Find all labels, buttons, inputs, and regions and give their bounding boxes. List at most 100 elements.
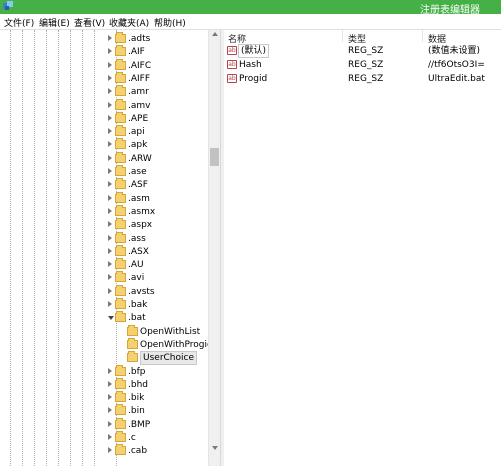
column-divider[interactable] bbox=[342, 30, 343, 42]
menu-favorites[interactable]: 收藏夹(A) bbox=[109, 16, 149, 29]
expand-arrow-icon[interactable] bbox=[108, 61, 112, 68]
folder-icon bbox=[115, 417, 126, 429]
expand-arrow-icon[interactable] bbox=[108, 207, 112, 214]
value-name: (默认) bbox=[238, 44, 270, 58]
expand-arrow-icon[interactable] bbox=[108, 101, 112, 108]
tree-item-label: .asmx bbox=[128, 206, 156, 217]
expand-arrow-icon[interactable] bbox=[108, 141, 112, 148]
tree-item-label: .amv bbox=[128, 100, 151, 111]
expand-arrow-icon[interactable] bbox=[108, 447, 112, 454]
expand-arrow-icon[interactable] bbox=[108, 380, 112, 387]
folder-icon bbox=[115, 364, 126, 376]
folder-icon bbox=[115, 45, 126, 57]
menu-help[interactable]: 帮助(H) bbox=[154, 16, 186, 29]
tree-item-label: .AU bbox=[128, 260, 144, 271]
values-list: 名称 类型 数据 ab (默认) REG_SZ (数值未设置) ab Hash … bbox=[224, 30, 501, 466]
expand-arrow-icon[interactable] bbox=[108, 287, 112, 294]
folder-icon bbox=[115, 391, 126, 403]
expand-arrow-icon[interactable] bbox=[108, 35, 112, 41]
folder-icon bbox=[115, 204, 126, 216]
folder-icon bbox=[115, 311, 126, 323]
tree-item-label: .APE bbox=[128, 113, 149, 124]
folder-icon bbox=[127, 351, 138, 363]
expand-arrow-icon[interactable] bbox=[108, 394, 112, 401]
folder-icon bbox=[115, 191, 126, 203]
tree-item-label: .c bbox=[128, 433, 136, 443]
tree-guide-line bbox=[34, 30, 35, 466]
value-type: REG_SZ bbox=[348, 74, 384, 84]
tree-item-label: .bfp bbox=[128, 366, 146, 377]
folder-icon bbox=[115, 298, 126, 309]
folder-icon bbox=[115, 85, 126, 97]
tree-guide-line bbox=[70, 30, 71, 466]
tree-item-label: UserChoice bbox=[140, 351, 197, 366]
expand-arrow-icon[interactable] bbox=[108, 154, 112, 161]
tree-item-label: .AIFF bbox=[128, 73, 151, 84]
tree-item-label: OpenWithProgid bbox=[140, 339, 213, 350]
registry-tree[interactable]: .adts .AIF .AIFC .AIFF .amr .amv .APE .api .apk.… bbox=[0, 30, 220, 466]
value-name: Hash bbox=[239, 60, 262, 70]
expand-arrow-icon[interactable] bbox=[108, 194, 112, 201]
value-name: Progid bbox=[239, 74, 268, 84]
expand-arrow-icon[interactable] bbox=[108, 301, 112, 307]
expand-arrow-icon[interactable] bbox=[108, 420, 112, 427]
string-value-icon: ab bbox=[227, 46, 237, 55]
folder-icon bbox=[115, 71, 126, 83]
tree-guide-line bbox=[94, 30, 95, 466]
expand-arrow-icon[interactable] bbox=[108, 261, 112, 268]
value-type: REG_SZ bbox=[348, 60, 384, 70]
expand-arrow-icon[interactable] bbox=[108, 247, 112, 254]
tree-item-label: .BMP bbox=[128, 419, 151, 430]
menu-view[interactable]: 查看(V) bbox=[74, 16, 105, 29]
string-value-icon: ab bbox=[227, 60, 237, 69]
tree-item-label: .ass bbox=[128, 233, 146, 244]
column-header-type[interactable]: 类型 bbox=[348, 32, 366, 45]
tree-scrollbar[interactable] bbox=[208, 30, 220, 466]
menu-bar: 文件(F) 编辑(E) 查看(V) 收藏夹(A) 帮助(H) bbox=[0, 14, 501, 30]
expand-arrow-icon[interactable] bbox=[108, 221, 112, 228]
tree-item-label: .bhd bbox=[128, 379, 148, 390]
menu-file[interactable]: 文件(F) bbox=[4, 16, 34, 29]
tree-item-label: OpenWithList bbox=[140, 326, 201, 337]
expand-arrow-icon[interactable] bbox=[108, 434, 112, 440]
tree-guide-line bbox=[46, 30, 47, 466]
tree-item-label: .apk bbox=[128, 140, 148, 151]
expand-arrow-icon[interactable] bbox=[108, 88, 112, 95]
tree-item-label: .avsts bbox=[128, 286, 155, 297]
value-data: UltraEdit.bat bbox=[428, 74, 485, 84]
folder-icon bbox=[115, 404, 126, 416]
folder-icon bbox=[115, 444, 126, 456]
folder-icon bbox=[115, 98, 126, 110]
column-divider[interactable] bbox=[422, 30, 423, 42]
expand-arrow-icon[interactable] bbox=[108, 74, 112, 81]
collapse-arrow-icon[interactable] bbox=[108, 316, 114, 321]
tree-item-label: .ASF bbox=[128, 180, 148, 191]
title-bar: 注册表编辑器 bbox=[0, 0, 501, 16]
folder-icon bbox=[115, 258, 126, 270]
value-row[interactable]: ab Hash REG_SZ //tf6OtsO3I= bbox=[224, 59, 501, 72]
tree-item-label: .api bbox=[128, 127, 145, 138]
expand-arrow-icon[interactable] bbox=[108, 128, 112, 135]
column-header-data[interactable]: 数据 bbox=[428, 32, 446, 45]
value-row[interactable]: ab (默认) REG_SZ (数值未设置) bbox=[224, 44, 501, 58]
expand-arrow-icon[interactable] bbox=[108, 407, 112, 414]
expand-arrow-icon[interactable] bbox=[108, 234, 112, 241]
expand-arrow-icon[interactable] bbox=[108, 367, 112, 374]
folder-icon bbox=[115, 151, 126, 163]
value-type: REG_SZ bbox=[348, 46, 384, 56]
expand-arrow-icon[interactable] bbox=[108, 168, 112, 174]
folder-icon bbox=[115, 178, 126, 190]
scroll-down-icon[interactable] bbox=[212, 446, 218, 450]
expand-arrow-icon[interactable] bbox=[108, 114, 112, 121]
expand-arrow-icon[interactable] bbox=[108, 181, 112, 188]
expand-arrow-icon[interactable] bbox=[108, 48, 112, 55]
folder-icon bbox=[115, 218, 126, 230]
string-value-icon: ab bbox=[227, 74, 237, 83]
expand-arrow-icon[interactable] bbox=[108, 274, 112, 281]
menu-edit[interactable]: 编辑(E) bbox=[39, 16, 70, 29]
scroll-thumb[interactable] bbox=[210, 148, 219, 166]
scroll-up-icon[interactable] bbox=[212, 32, 218, 36]
folder-icon bbox=[127, 337, 138, 349]
folder-icon bbox=[115, 138, 126, 150]
value-row[interactable]: ab Progid REG_SZ UltraEdit.bat bbox=[224, 73, 501, 86]
